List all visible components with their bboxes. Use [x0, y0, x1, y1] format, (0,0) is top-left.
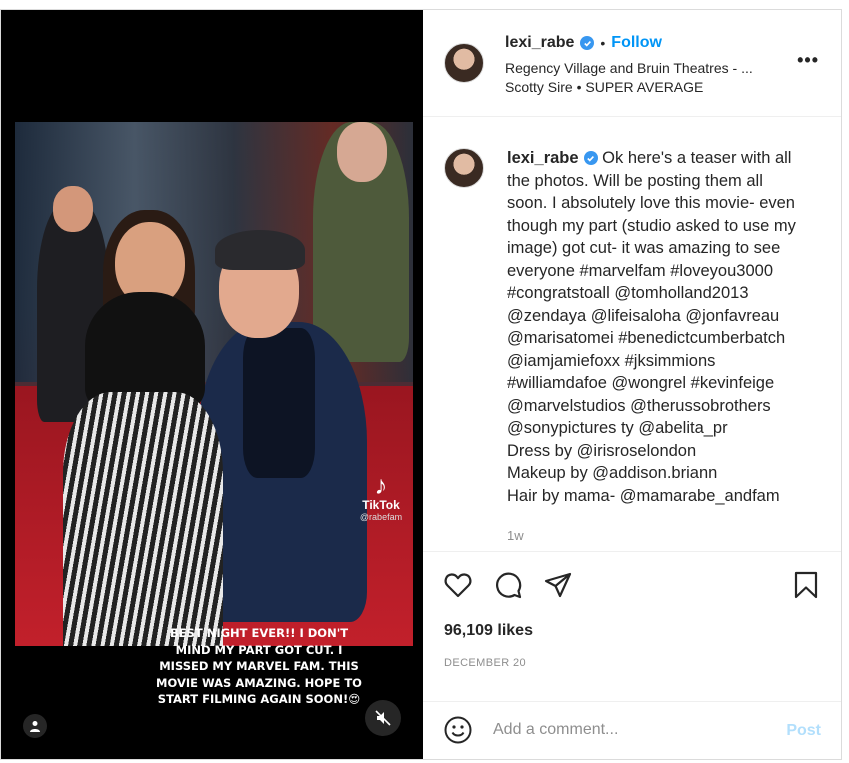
bookmark-icon[interactable]: [791, 570, 821, 600]
post-comment-button[interactable]: Post: [786, 722, 821, 740]
caption-username[interactable]: lexi_rabe: [507, 147, 579, 170]
post-photo: [15, 122, 413, 646]
post-actions: 96,109 likes DECEMBER 20: [423, 551, 841, 701]
caption-line: @sonypictures ty @abelita_pr: [507, 419, 728, 437]
follow-button[interactable]: Follow: [611, 34, 662, 52]
post-header: lexi_rabe • Follow Regency Village and B…: [423, 10, 841, 117]
caption-line: Ok here's a teaser with all: [602, 149, 792, 167]
background-person-head: [337, 122, 387, 182]
comment-icon[interactable]: [493, 570, 523, 600]
caption-line: Makeup by @addison.briann: [507, 464, 718, 482]
heart-icon[interactable]: [443, 570, 473, 600]
audio-link[interactable]: Scotty Sire • SUPER AVERAGE: [505, 79, 703, 95]
caption-line: #congratstoall @tomholland2013: [507, 284, 749, 302]
comments-section: lexi_rabe Ok here's a teaser with all th…: [423, 118, 841, 550]
more-horizontal-icon[interactable]: •••: [797, 50, 819, 71]
separator: •: [600, 35, 606, 51]
tiktok-handle: @rabefam: [359, 512, 403, 522]
verified-badge-icon: [580, 36, 595, 50]
location-link[interactable]: Regency Village and Bruin Theatres - ...: [505, 60, 753, 76]
tiktok-logo-icon: ♪: [374, 470, 388, 500]
avatar[interactable]: [444, 43, 484, 83]
girl-dress: [63, 392, 223, 646]
caption-line: image) got cut- it was amazing to see: [507, 239, 781, 257]
add-comment-bar: Post: [423, 701, 841, 759]
likes-count[interactable]: 96,109 likes: [444, 622, 533, 640]
caption-line: though my part (studio asked to use my: [507, 216, 796, 235]
share-icon[interactable]: [543, 570, 573, 600]
post-date[interactable]: DECEMBER 20: [444, 657, 526, 669]
author-username[interactable]: lexi_rabe: [505, 34, 574, 52]
volume-muted-icon[interactable]: [365, 700, 401, 736]
caption-text: lexi_rabe Ok here's a teaser with all th…: [507, 147, 823, 507]
caption-line: the photos. Will be posting them all: [507, 171, 763, 190]
tiktok-brand: TikTok: [362, 498, 400, 512]
verified-badge-icon: [583, 151, 598, 166]
post-media[interactable]: ♪ TikTok @rabefam Best night ever!! I do…: [1, 10, 423, 759]
caption-line: soon. I absolutely love this movie- even: [507, 194, 795, 212]
post-side-panel: lexi_rabe • Follow Regency Village and B…: [423, 10, 841, 759]
background-person-head: [53, 186, 93, 232]
emoji-icon[interactable]: [444, 716, 472, 749]
post-time[interactable]: 1w: [507, 528, 524, 543]
man-cap: [215, 230, 305, 270]
video-caption-overlay: Best night ever!! I don't mind my part g…: [156, 626, 362, 706]
caption-line: Hair by mama- @mamarabe_andfam: [507, 486, 780, 505]
caption-line: @marisatomei #benedictcumberbatch: [507, 329, 786, 347]
instagram-post: ♪ TikTok @rabefam Best night ever!! I do…: [0, 9, 842, 760]
user-tag-icon[interactable]: [23, 714, 47, 738]
caption-line: @marvelstudios @therussobrothers: [507, 396, 771, 415]
caption-line: @zendaya @lifeisaloha @jonfavreau: [507, 306, 780, 325]
caption-line: @iamjamiefoxx #jksimmions: [507, 351, 716, 370]
caption-line: #williamdafoe @wongrel #kevinfeige: [507, 374, 775, 392]
caption-line: everyone #marvelfam #loveyou3000: [507, 261, 773, 280]
action-icons: [443, 570, 573, 600]
caption-author: lexi_rabe: [507, 147, 598, 170]
author-row: lexi_rabe • Follow: [505, 34, 662, 52]
man-shirt: [243, 328, 315, 478]
avatar[interactable]: [444, 148, 484, 188]
caption-line: Dress by @irisroselondon: [507, 441, 697, 460]
comment-input[interactable]: [493, 714, 763, 746]
tiktok-watermark: ♪ TikTok @rabefam: [351, 472, 411, 522]
